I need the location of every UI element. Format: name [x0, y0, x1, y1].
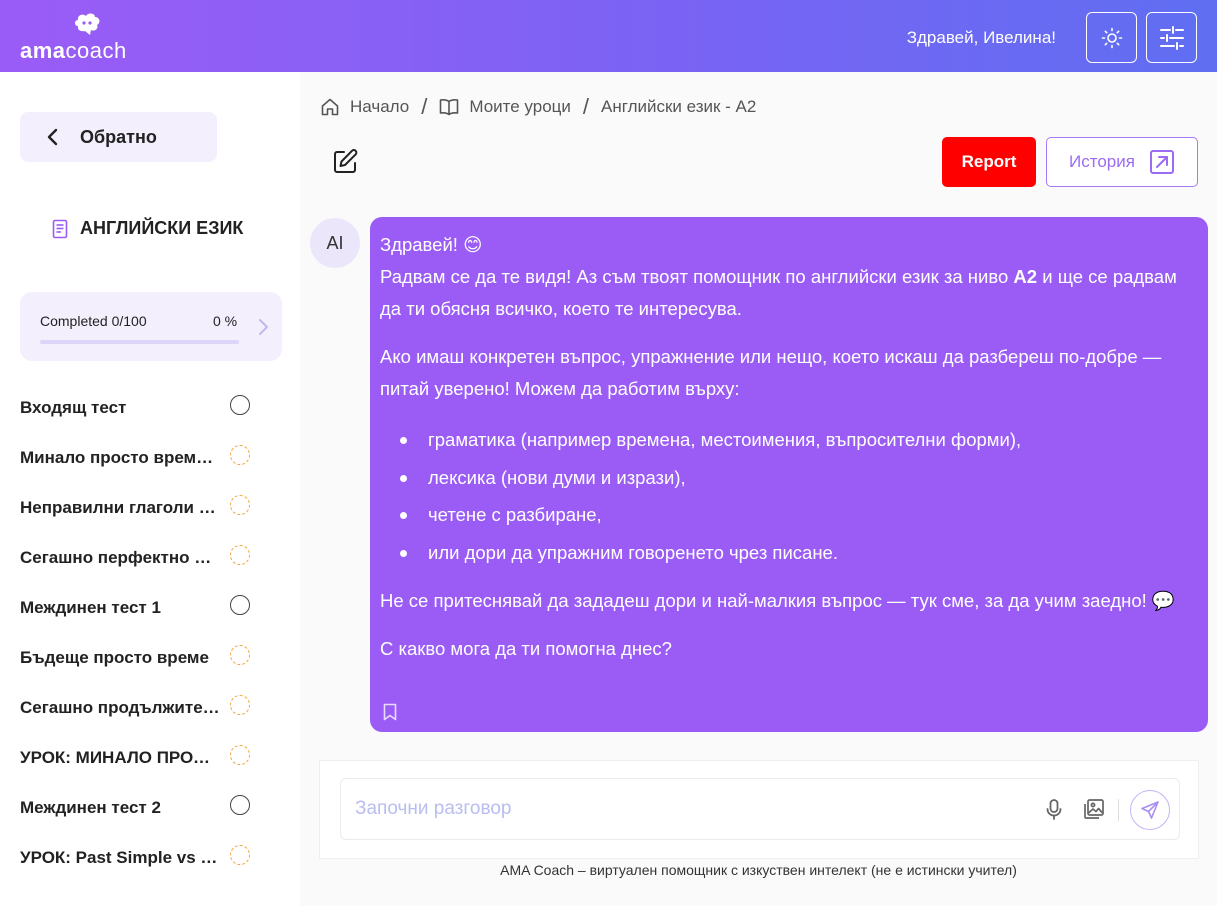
- not-started-status-icon: [230, 795, 250, 815]
- breadcrumb: Начало / Моите уроци / Английски език - …: [320, 94, 756, 120]
- logo-wordmark: amacoach: [20, 38, 127, 63]
- breadcrumb-home-label: Начало: [350, 97, 410, 116]
- message-topic-list: граматика (например времена, местоимения…: [380, 421, 1198, 571]
- back-button-label: Обратно: [80, 126, 157, 147]
- lesson-item[interactable]: УРОК: Past Simple vs Past Continuous: [0, 833, 300, 883]
- user-greeting: Здравей, Ивелина!: [906, 28, 1056, 47]
- lesson-item-label: Сегашно перфектно време: [20, 548, 220, 567]
- new-chat-button[interactable]: [331, 148, 359, 176]
- message-input-box: [340, 778, 1180, 840]
- edit-icon: [334, 149, 358, 173]
- lesson-item-label: УРОК: Past Simple vs Past Continuous: [20, 848, 220, 867]
- message-intro: Радвам се да те видя! Аз съм твоят помощ…: [380, 266, 1177, 319]
- brain-logo-icon: [75, 13, 100, 35]
- send-button[interactable]: [1130, 790, 1170, 830]
- in-progress-status-icon: [230, 745, 250, 765]
- lesson-item-label: Неправилни глаголи (Irregular Verbs): [20, 498, 220, 517]
- not-started-status-icon: [230, 595, 250, 615]
- in-progress-status-icon: [230, 495, 250, 515]
- history-button-label: История: [1069, 152, 1135, 171]
- lesson-item[interactable]: Входящ тест: [0, 383, 300, 433]
- bookmark-icon[interactable]: [382, 703, 398, 721]
- message-question: Ако имаш конкретен въпрос, упражнение ил…: [380, 346, 1162, 399]
- chevron-left-icon: [47, 128, 58, 146]
- settings-button[interactable]: [1146, 12, 1197, 63]
- report-button[interactable]: Report: [942, 137, 1036, 187]
- message-closing: С какво мога да ти помогна днес?: [380, 638, 672, 659]
- history-button[interactable]: История: [1046, 137, 1198, 187]
- chevron-right-icon: [259, 319, 268, 335]
- in-progress-status-icon: [230, 845, 250, 865]
- lesson-item[interactable]: Бъдеще просто време: [0, 633, 300, 683]
- not-started-status-icon: [230, 395, 250, 415]
- message-greeting: Здравей! 😊: [380, 234, 483, 255]
- breadcrumb-current-label: Английски език - A2: [601, 97, 757, 116]
- message-encourage: Не се притеснявай да зададеш дори и най-…: [380, 590, 1175, 611]
- lesson-list: Входящ тест Минало просто време (Past Sim…: [0, 383, 300, 883]
- lesson-item[interactable]: Междинен тест 2: [0, 783, 300, 833]
- progress-card[interactable]: Completed 0/100 0 %: [20, 292, 282, 361]
- message-composer: [319, 760, 1199, 859]
- lesson-item[interactable]: Минало просто време (Past Simple): [0, 433, 300, 483]
- microphone-icon[interactable]: [1043, 798, 1065, 822]
- external-link-icon: [1149, 150, 1174, 174]
- book-icon: [52, 219, 68, 238]
- progress-bar: [40, 340, 239, 344]
- lesson-item-label: Входящ тест: [20, 398, 127, 417]
- message-paragraph: Здравей! 😊 Радвам се да те видя! Аз съм …: [380, 229, 1198, 325]
- sun-icon: [1101, 27, 1122, 48]
- in-progress-status-icon: [230, 445, 250, 465]
- lesson-item[interactable]: УРОК: МИНАЛО ПРОДЪЛЖИТЕЛНО: [0, 733, 300, 783]
- lesson-item[interactable]: Сегашно перфектно време: [0, 533, 300, 583]
- course-title-text: АНГЛИЙСКИ ЕЗИК: [80, 218, 244, 238]
- send-icon: [1141, 801, 1159, 819]
- progress-label: Completed 0/100: [40, 313, 147, 329]
- breadcrumb-separator: /: [421, 94, 428, 119]
- in-progress-status-icon: [230, 695, 250, 715]
- theme-toggle-button[interactable]: [1086, 12, 1137, 63]
- back-button[interactable]: Обратно: [20, 112, 217, 162]
- lesson-item-label: Минало просто време (Past Simple): [20, 448, 220, 467]
- lesson-item-label: Сегашно продължително време: [20, 698, 220, 717]
- ai-message-bubble: Здравей! 😊 Радвам се да те видя! Аз съм …: [370, 217, 1208, 732]
- chat-main: Начало / Моите уроци / Английски език - …: [300, 72, 1217, 906]
- lesson-item-label: Бъдеще просто време: [20, 648, 209, 667]
- message-input[interactable]: [355, 794, 995, 824]
- topic-item: граматика (например времена, местоимения…: [380, 421, 1198, 459]
- breadcrumb-separator: /: [582, 94, 590, 119]
- lesson-item-label: Междинен тест 2: [20, 798, 161, 817]
- composer-divider: [1118, 799, 1119, 821]
- lesson-item-label: УРОК: МИНАЛО ПРОДЪЛЖИТЕЛНО: [20, 748, 220, 767]
- lesson-item[interactable]: Сегашно продължително време: [0, 683, 300, 733]
- image-upload-icon[interactable]: [1083, 798, 1105, 820]
- home-icon: [321, 98, 339, 116]
- topic-item: или дори да упражним говоренето чрез пис…: [380, 534, 1198, 572]
- top-header: amacoach Здравей, Ивелина!: [0, 0, 1217, 72]
- lesson-item[interactable]: Неправилни глаголи (Irregular Verbs): [0, 483, 300, 533]
- course-sidebar: Обратно АНГЛИЙСКИ ЕЗИК Completed 0/100 0…: [0, 72, 300, 906]
- in-progress-status-icon: [230, 545, 250, 565]
- ama-coach-logo[interactable]: amacoach: [20, 12, 142, 63]
- in-progress-status-icon: [230, 645, 250, 665]
- disclaimer-note: AMA Coach – виртуален помощник с изкуств…: [500, 862, 1017, 878]
- sliders-icon: [1159, 25, 1184, 50]
- breadcrumb-lessons-label: Моите уроци: [469, 97, 571, 116]
- ai-avatar: AI: [310, 218, 360, 268]
- progress-percent: 0 %: [213, 313, 238, 329]
- breadcrumb-lessons[interactable]: Моите уроци: [439, 97, 571, 117]
- topic-item: четене с разбиране,: [380, 496, 1198, 534]
- level-highlight: A2: [1013, 266, 1038, 287]
- breadcrumb-home[interactable]: Начало: [320, 97, 409, 117]
- breadcrumb-current: Английски език - A2: [601, 97, 756, 117]
- lesson-item-label: Междинен тест 1: [20, 598, 161, 617]
- lesson-item[interactable]: Междинен тест 1: [0, 583, 300, 633]
- course-title: АНГЛИЙСКИ ЕЗИК: [52, 218, 243, 239]
- open-book-icon: [440, 99, 459, 116]
- topic-item: лексика (нови думи и изрази),: [380, 459, 1198, 497]
